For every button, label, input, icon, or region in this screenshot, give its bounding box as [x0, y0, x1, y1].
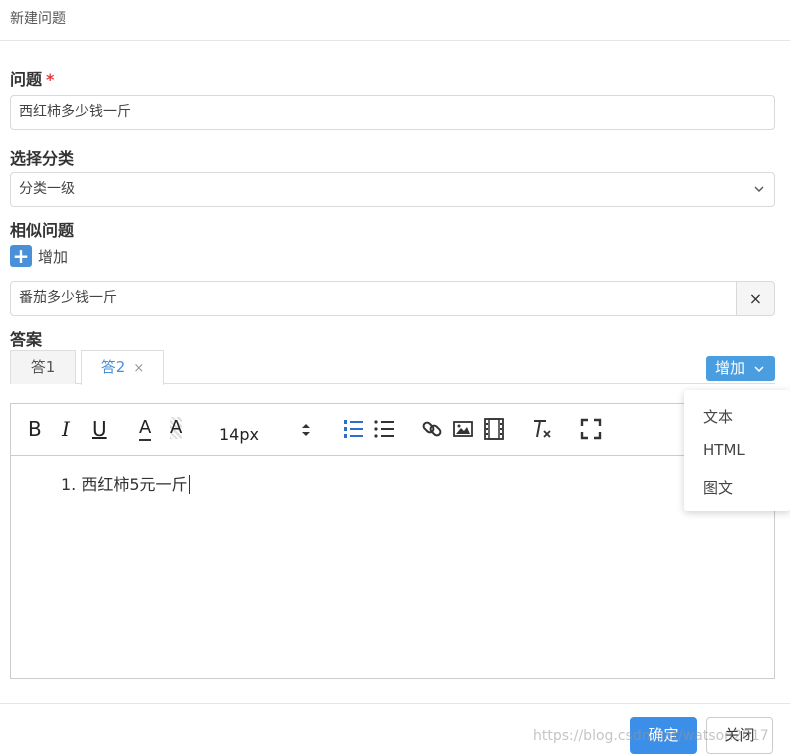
underline-button[interactable]: U [92, 417, 107, 443]
question-label-text: 问题 [10, 70, 43, 89]
text-cursor [188, 475, 190, 494]
editor-content[interactable]: 1. 西红柿5元一斤 [61, 471, 190, 495]
similar-add-button[interactable]: 增加 [38, 246, 68, 267]
watermark: https://blog.csdn.net/watson2017 [533, 728, 769, 744]
tab-answer-1-label: 答1 [30, 358, 56, 376]
similar-question-value: 番茄多少钱一斤 [19, 290, 117, 306]
chevron-down-icon [754, 186, 764, 192]
image-icon[interactable] [453, 419, 473, 439]
italic-button[interactable]: I [62, 417, 70, 443]
tab-answer-2-label: 答2 [100, 358, 126, 376]
dialog-header: 新建问题 [0, 0, 790, 41]
question-label: 问题 * [10, 66, 54, 90]
bg-color-button[interactable]: A [170, 417, 183, 439]
video-icon[interactable] [484, 418, 504, 440]
similar-label: 相似问题 [10, 221, 75, 240]
add-answer-dropdown[interactable]: 增加 [706, 356, 775, 381]
bold-button[interactable]: B [28, 417, 42, 443]
similar-question-input[interactable]: 番茄多少钱一斤 [10, 281, 737, 316]
required-mark: * [46, 70, 55, 89]
add-answer-dropdown-label: 增加 [715, 359, 746, 377]
editor-toolbar: B I U A A 14px [11, 404, 774, 456]
add-answer-menu: 文本 HTML 图文 [684, 390, 790, 511]
fullscreen-icon[interactable] [580, 418, 602, 440]
footer-divider [0, 703, 790, 704]
category-select-value: 分类一级 [19, 181, 75, 197]
bullet-list-icon[interactable] [373, 418, 395, 440]
question-input[interactable]: 西红柿多少钱一斤 [10, 95, 775, 130]
font-size-select[interactable]: 14px [219, 425, 259, 451]
similar-question-delete-button[interactable]: × [736, 281, 775, 316]
dialog-title: 新建问题 [10, 11, 66, 27]
link-icon[interactable] [421, 418, 443, 440]
rich-text-editor[interactable]: B I U A A 14px 1. 西红柿5元一斤 [10, 403, 775, 679]
chevron-down-icon [754, 366, 764, 373]
list-item-text: 西红柿5元一斤 [81, 475, 188, 494]
menu-item-text[interactable]: 文本 [703, 406, 733, 427]
font-color-button[interactable]: A [139, 417, 152, 441]
close-icon[interactable]: × [133, 361, 144, 376]
stepper-icon[interactable] [301, 422, 311, 438]
menu-item-image-text[interactable]: 图文 [703, 477, 733, 498]
menu-item-html[interactable]: HTML [703, 441, 745, 459]
tab-answer-2[interactable]: 答2 × [81, 350, 164, 385]
answer-label: 答案 [10, 330, 43, 349]
ordered-list-icon[interactable] [342, 418, 364, 440]
category-select[interactable]: 分类一级 [10, 172, 775, 207]
question-input-value: 西红柿多少钱一斤 [19, 104, 131, 120]
plus-icon[interactable]: + [10, 245, 32, 267]
list-item-number: 1. [61, 475, 77, 494]
tab-answer-1[interactable]: 答1 [10, 350, 76, 384]
clear-format-icon[interactable] [531, 418, 553, 440]
category-label: 选择分类 [10, 149, 75, 168]
